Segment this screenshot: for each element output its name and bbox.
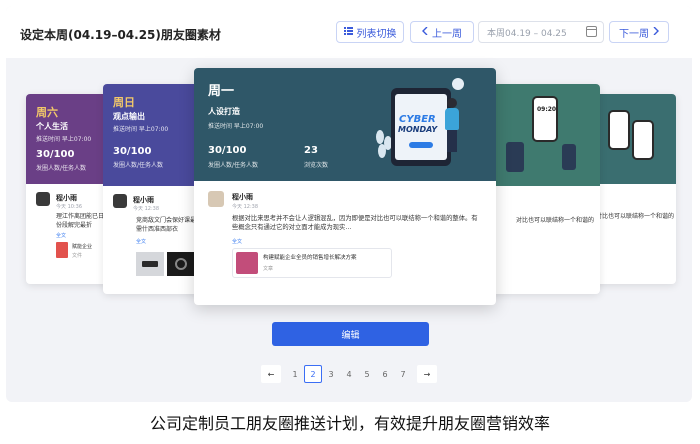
card-views-label: 浏览次数 bbox=[304, 162, 329, 169]
post-image[interactable] bbox=[136, 252, 164, 276]
page-number[interactable]: 7 bbox=[394, 365, 412, 383]
card-stat-label: 发圈人数/任务人数 bbox=[208, 162, 259, 169]
full-text-link[interactable]: 全文 bbox=[232, 238, 242, 245]
article-thumbnail bbox=[236, 252, 258, 274]
post-time: 今天 10:36 bbox=[56, 204, 82, 210]
card-stat-value: 30/100 bbox=[36, 149, 75, 160]
prev-week-button[interactable]: 上一周 bbox=[410, 21, 474, 43]
next-page-button[interactable]: → bbox=[417, 365, 437, 383]
post-image[interactable] bbox=[167, 252, 195, 276]
ring-shape bbox=[175, 258, 187, 270]
full-text-link[interactable]: 全文 bbox=[56, 232, 66, 239]
next-week-button[interactable]: 下一周 bbox=[609, 21, 669, 43]
card-day: 周日 bbox=[113, 96, 135, 109]
page-number[interactable]: 4 bbox=[340, 365, 358, 383]
card-theme: 观点输出 bbox=[113, 112, 145, 121]
page-number[interactable]: 2 bbox=[304, 365, 322, 383]
post-time: 今天 12:38 bbox=[232, 204, 258, 210]
card-post-time: 推送时间 早上07:00 bbox=[113, 126, 169, 133]
prev-page-button[interactable]: ← bbox=[261, 365, 281, 383]
calendar-icon bbox=[586, 26, 597, 37]
post-text: 对比也可以联结称一个和谐的 bbox=[596, 213, 674, 220]
card-stat-label: 发圈人数/任务人数 bbox=[113, 162, 164, 169]
phone-time: 09:20 bbox=[537, 106, 557, 113]
caption: 公司定制员工朋友圈推送计划，有效提升朋友圈营销效率 bbox=[149, 414, 550, 433]
card-stat-label: 发圈人数/任务人数 bbox=[36, 165, 87, 172]
file-title: 赋能企业 bbox=[72, 244, 93, 250]
avatar bbox=[36, 192, 50, 206]
page-list: 1234567 bbox=[286, 365, 412, 383]
list-icon bbox=[343, 26, 353, 38]
card-day: 周六 bbox=[36, 106, 58, 119]
shop-pill bbox=[409, 142, 433, 148]
illustration-word: CYBER bbox=[399, 114, 436, 125]
phone-illustration bbox=[632, 120, 654, 160]
tablet-illustration: CYBER MONDAY bbox=[391, 88, 451, 166]
phone-illustration bbox=[608, 110, 630, 150]
file-type: 文件 bbox=[72, 253, 83, 259]
person-illustration bbox=[562, 144, 576, 170]
phone-illustration: 09:20 bbox=[532, 96, 558, 142]
post-user: 程小雨 bbox=[232, 193, 253, 201]
post-text: 对比也可以联结称一个和谐的 bbox=[516, 217, 595, 224]
list-toggle-label: 列表切换 bbox=[356, 28, 397, 40]
card-header: 09:20 bbox=[480, 84, 600, 186]
post-text: 根据对比来思考并不会让人逻辑混乱，因为即便是对比也可以联结称一个和谐的整体。有些… bbox=[232, 215, 478, 231]
article-type: 文章 bbox=[263, 266, 274, 272]
card-stat-value: 30/100 bbox=[113, 146, 152, 157]
card-theme: 个人生活 bbox=[36, 122, 68, 131]
card-post-time: 推送时间 早上07:00 bbox=[208, 123, 264, 130]
next-week-label: 下一周 bbox=[619, 28, 649, 40]
chevron-right-icon bbox=[653, 26, 659, 38]
date-range-value: 本周04.19 – 04.25 bbox=[487, 28, 567, 39]
person-illustration bbox=[506, 142, 524, 172]
card-post: 程小雨 今天 12:38 根据对比来思考并不会让人逻辑混乱，因为即便是对比也可以… bbox=[194, 181, 496, 305]
article-title: 构建赋能企业全员的销售增长解决方案 bbox=[263, 255, 357, 261]
app-frame: 设定本周(04.19–04.25)朋友圈素材 列表切换 上一周 本周04.19 … bbox=[6, 6, 692, 402]
prev-week-label: 上一周 bbox=[432, 28, 462, 40]
list-toggle-button[interactable]: 列表切换 bbox=[336, 21, 404, 43]
date-range-picker[interactable]: 本周04.19 – 04.25 bbox=[478, 21, 604, 43]
post-time: 今天 12:38 bbox=[133, 206, 159, 212]
card-post-time: 推送时间 早上07:00 bbox=[36, 136, 92, 143]
chevron-left-icon bbox=[422, 26, 428, 38]
card-header: 周一 人设打造 推送时间 早上07:00 30/100 发圈人数/任务人数 23… bbox=[194, 68, 496, 181]
bubble-illustration bbox=[452, 78, 464, 90]
linked-article[interactable]: 构建赋能企业全员的销售增长解决方案 文章 bbox=[232, 248, 392, 278]
card-tuesday[interactable]: 09:20 对比也可以联结称一个和谐的 bbox=[480, 84, 600, 294]
top-bar: 设定本周(04.19–04.25)朋友圈素材 列表切换 上一周 本周04.19 … bbox=[6, 6, 692, 58]
avatar bbox=[208, 191, 224, 207]
card-theme: 人设打造 bbox=[208, 107, 240, 116]
pagination: ← 1234567 → bbox=[261, 365, 437, 383]
page-number[interactable]: 5 bbox=[358, 365, 376, 383]
card-stat-value: 30/100 bbox=[208, 145, 247, 156]
device-shape bbox=[142, 261, 158, 267]
pdf-icon bbox=[56, 242, 68, 258]
post-user: 程小雨 bbox=[56, 194, 77, 202]
full-text-link[interactable]: 全文 bbox=[136, 238, 146, 245]
post-user: 程小雨 bbox=[133, 196, 154, 204]
illustration-word: MONDAY bbox=[398, 125, 438, 134]
edit-button[interactable]: 编辑 bbox=[272, 322, 429, 346]
page-number[interactable]: 3 bbox=[322, 365, 340, 383]
card-views-value: 23 bbox=[304, 145, 318, 156]
page-title: 设定本周(04.19–04.25)朋友圈素材 bbox=[20, 28, 221, 42]
avatar bbox=[113, 194, 127, 208]
page-number[interactable]: 6 bbox=[376, 365, 394, 383]
page-number[interactable]: 1 bbox=[286, 365, 304, 383]
person-illustration bbox=[444, 98, 460, 153]
card-monday[interactable]: 周一 人设打造 推送时间 早上07:00 30/100 发圈人数/任务人数 23… bbox=[194, 68, 496, 305]
card-day: 周一 bbox=[208, 84, 235, 99]
